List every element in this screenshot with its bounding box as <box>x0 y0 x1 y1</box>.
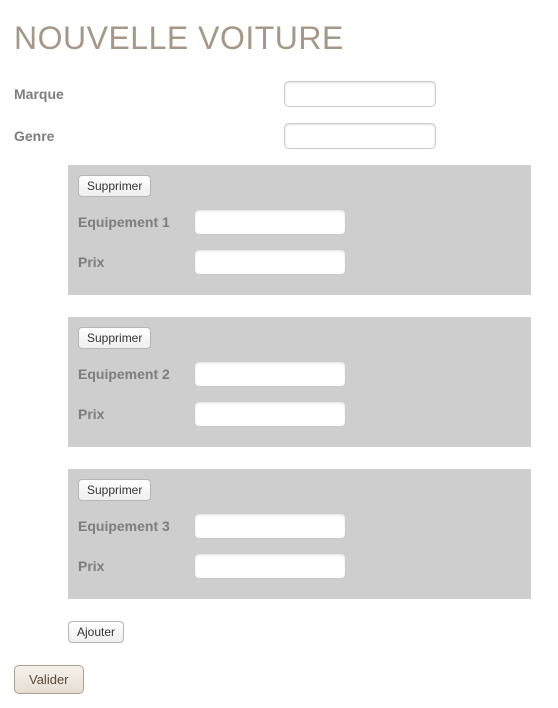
equip-row: Equipement 1 <box>78 209 521 235</box>
equip-input[interactable] <box>194 513 346 539</box>
genre-label: Genre <box>14 128 284 144</box>
price-row: Prix <box>78 401 521 427</box>
marque-input[interactable] <box>284 81 436 107</box>
delete-button[interactable]: Supprimer <box>78 479 151 501</box>
price-label: Prix <box>78 558 194 574</box>
delete-button[interactable]: Supprimer <box>78 175 151 197</box>
price-row: Prix <box>78 553 521 579</box>
equip-label: Equipement 3 <box>78 518 194 534</box>
field-genre-row: Genre <box>14 123 544 149</box>
add-row: Ajouter <box>68 621 544 643</box>
price-input[interactable] <box>194 553 346 579</box>
equip-row: Equipement 2 <box>78 361 521 387</box>
field-marque-row: Marque <box>14 81 544 107</box>
equip-row: Equipement 3 <box>78 513 521 539</box>
price-row: Prix <box>78 249 521 275</box>
price-label: Prix <box>78 254 194 270</box>
equipment-card: Supprimer Equipement 3 Prix <box>68 469 531 599</box>
price-label: Prix <box>78 406 194 422</box>
equip-input[interactable] <box>194 361 346 387</box>
equip-input[interactable] <box>194 209 346 235</box>
equipment-cards: Supprimer Equipement 1 Prix Supprimer Eq… <box>68 165 531 599</box>
equipment-card: Supprimer Equipement 1 Prix <box>68 165 531 295</box>
genre-input[interactable] <box>284 123 436 149</box>
equipment-card: Supprimer Equipement 2 Prix <box>68 317 531 447</box>
page-title: NOUVELLE VOITURE <box>14 20 544 57</box>
price-input[interactable] <box>194 401 346 427</box>
equip-label: Equipement 1 <box>78 214 194 230</box>
submit-button[interactable]: Valider <box>14 665 84 694</box>
marque-label: Marque <box>14 86 284 102</box>
equip-label: Equipement 2 <box>78 366 194 382</box>
delete-button[interactable]: Supprimer <box>78 327 151 349</box>
price-input[interactable] <box>194 249 346 275</box>
add-button[interactable]: Ajouter <box>68 621 124 643</box>
